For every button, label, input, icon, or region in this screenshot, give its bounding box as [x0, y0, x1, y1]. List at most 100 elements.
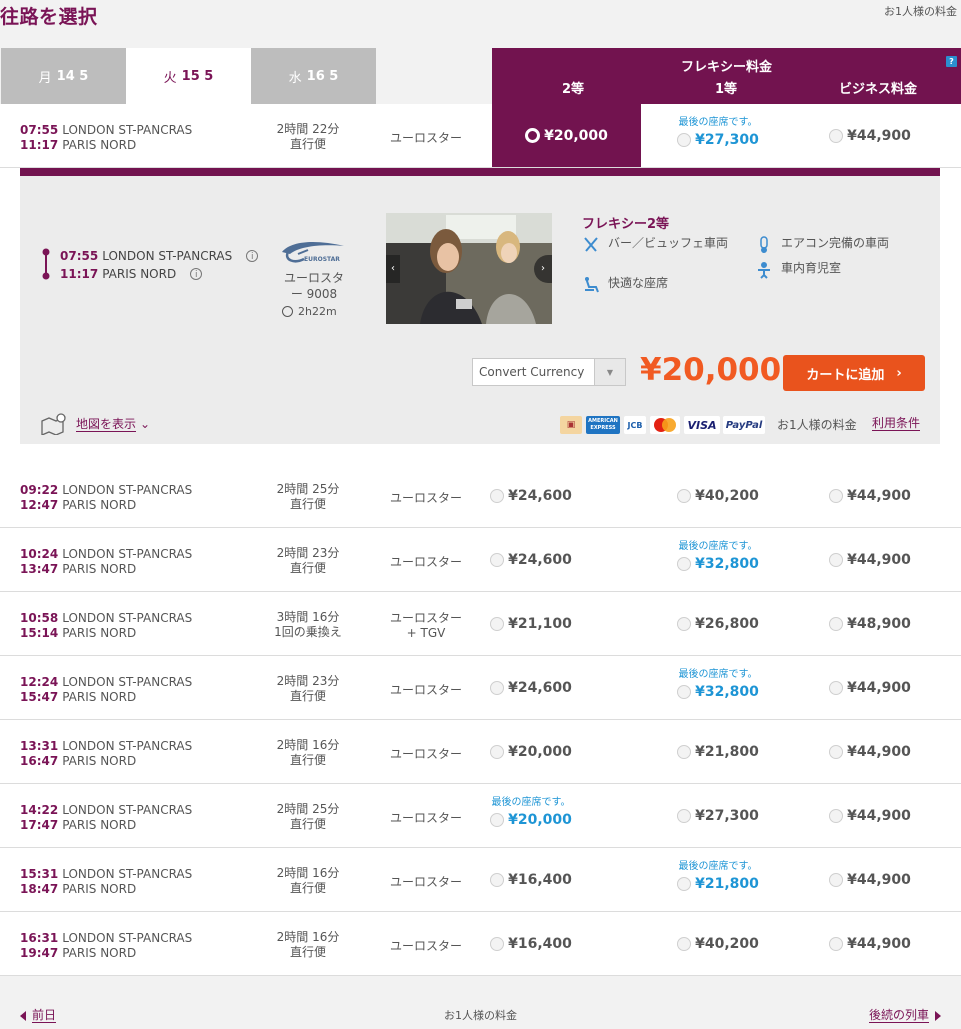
fare-price: ¥21,800 [695, 875, 759, 892]
fare-price: ¥21,800 [695, 743, 759, 760]
train-duration: 3時間 16分 1回の乗換え [262, 610, 354, 640]
radio-icon[interactable] [677, 744, 692, 759]
fare-second[interactable]: ¥20,000 [456, 720, 606, 783]
radio-icon[interactable] [490, 552, 505, 567]
train-times: 09:22 LONDON ST-PANCRAS 12:47 PARIS NORD [20, 483, 192, 513]
fare-business[interactable]: ¥44,900 [795, 784, 945, 847]
fare-second[interactable]: ¥20,000 [492, 104, 641, 167]
dep-line: 16:31 LONDON ST-PANCRAS [20, 931, 192, 946]
train-row[interactable]: 09:22 LONDON ST-PANCRAS 12:47 PARIS NORD 2時間… [0, 464, 961, 528]
radio-icon[interactable] [677, 684, 692, 699]
show-map-link[interactable]: 地図を表示 ⌄ [40, 413, 150, 435]
arr-line: 18:47 PARIS NORD [20, 882, 192, 897]
radio-icon[interactable] [677, 488, 692, 503]
photo-prev-button[interactable]: ‹ [386, 255, 400, 283]
eurostar-logo-icon [282, 242, 344, 263]
fare-price: ¥27,300 [695, 807, 759, 824]
terms-link[interactable]: 利用条件 [872, 416, 921, 431]
info-icon[interactable]: i [190, 268, 203, 280]
train-times: 15:31 LONDON ST-PANCRAS 18:47 PARIS NORD [20, 867, 192, 897]
connection-type: 直行便 [289, 689, 326, 703]
fare-second[interactable]: ¥16,400 [456, 848, 606, 911]
next-trains-link[interactable]: 後続の列車 [868, 1008, 941, 1023]
radio-icon[interactable] [490, 616, 505, 631]
radio-icon[interactable] [677, 808, 692, 823]
radio-icon[interactable] [829, 128, 844, 143]
radio-icon[interactable] [490, 680, 505, 695]
detail-dep-station: LONDON ST-PANCRAS [102, 249, 233, 263]
train-detail: 07:55 LONDON ST-PANCRAS i 11:17 PARIS NORD i… [20, 168, 940, 444]
fare-second[interactable]: ¥24,600 [456, 528, 606, 591]
dep-station: LONDON ST-PANCRAS [62, 739, 193, 753]
fare-business[interactable]: ¥48,900 [795, 592, 945, 655]
fare-business[interactable]: ¥44,900 [795, 656, 945, 719]
radio-icon[interactable] [490, 936, 505, 951]
train-row[interactable]: 15:31 LONDON ST-PANCRAS 18:47 PARIS NORD 2時間… [0, 848, 961, 912]
train-row[interactable]: 16:31 LONDON ST-PANCRAS 19:47 PARIS NORD 2時間… [0, 912, 961, 976]
train-row[interactable]: 07:55 LONDON ST-PANCRAS 11:17 PARIS NORD 2時間… [0, 104, 961, 168]
detail-arr-line: 11:17 PARIS NORD i [60, 265, 258, 283]
fare-first[interactable]: ¥27,300 [643, 784, 793, 847]
info-icon[interactable]: i [246, 250, 259, 262]
radio-icon[interactable] [829, 808, 844, 823]
fare-first[interactable]: ¥40,200 [643, 464, 793, 527]
radio-icon[interactable] [490, 488, 505, 503]
arr-time: 15:14 [20, 626, 59, 640]
train-times: 12:24 LONDON ST-PANCRAS 15:47 PARIS NORD [20, 675, 192, 705]
dep-line: 09:22 LONDON ST-PANCRAS [20, 483, 192, 498]
radio-icon[interactable] [677, 876, 692, 891]
radio-icon[interactable] [677, 556, 692, 571]
add-to-cart-button[interactable]: カートに追加 › [783, 355, 925, 391]
radio-icon[interactable] [490, 744, 505, 759]
fare-first[interactable]: ¥40,200 [643, 912, 793, 975]
radio-icon[interactable] [677, 132, 692, 147]
fare-business[interactable]: ¥44,900 [795, 912, 945, 975]
train-row[interactable]: 13:31 LONDON ST-PANCRAS 16:47 PARIS NORD 2時間… [0, 720, 961, 784]
amenity-bar-text: バー／ビュッフェ車両 [608, 236, 729, 250]
fare-price: ¥20,000 [544, 127, 608, 144]
train-row[interactable]: 10:24 LONDON ST-PANCRAS 13:47 PARIS NORD 2時間… [0, 528, 961, 592]
radio-icon[interactable] [490, 812, 505, 827]
fare-first[interactable]: ¥26,800 [643, 592, 793, 655]
radio-icon[interactable] [525, 128, 541, 143]
fare-business[interactable]: ¥44,900 [795, 464, 945, 527]
date-tab-mon[interactable]: 月 14 5 [1, 48, 126, 104]
date-tab-wed[interactable]: 水 16 5 [251, 48, 376, 104]
fare-business[interactable]: ¥44,900 [795, 720, 945, 783]
arr-time: 11:17 [20, 138, 59, 152]
detail-dep-line: 07:55 LONDON ST-PANCRAS i [60, 247, 259, 265]
baby-icon [755, 261, 775, 283]
arr-station: PARIS NORD [62, 690, 137, 704]
operator-text: ユーロスター [389, 746, 462, 761]
fare-first[interactable]: ¥21,800 [643, 720, 793, 783]
radio-icon[interactable] [829, 872, 844, 887]
radio-icon[interactable] [829, 488, 844, 503]
add-to-cart-label: カートに追加 [806, 367, 885, 383]
mastercard-icon [650, 416, 680, 434]
radio-icon[interactable] [677, 936, 692, 951]
convert-currency-select[interactable]: Convert Currency ▼ [472, 358, 626, 386]
fare-business[interactable]: ¥44,900 [795, 528, 945, 591]
radio-icon[interactable] [490, 872, 505, 887]
radio-icon[interactable] [829, 680, 844, 695]
dep-station: LONDON ST-PANCRAS [62, 675, 193, 689]
radio-icon[interactable] [829, 744, 844, 759]
amenity-bar: バー／ビュッフェ車両 [582, 236, 732, 258]
train-row[interactable]: 10:58 LONDON ST-PANCRAS 15:14 PARIS NORD 3時間… [0, 592, 961, 656]
radio-icon[interactable] [829, 936, 844, 951]
fare-second[interactable]: ¥24,600 [456, 656, 606, 719]
date-tab-tue[interactable]: 火 15 5 [126, 48, 251, 104]
train-row[interactable]: 14:22 LONDON ST-PANCRAS 17:47 PARIS NORD 2時間… [0, 784, 961, 848]
fare-business[interactable]: ¥44,900 [795, 848, 945, 911]
fare-business[interactable]: ¥44,900 [795, 104, 945, 167]
fare-second[interactable]: ¥21,100 [456, 592, 606, 655]
radio-icon[interactable] [829, 552, 844, 567]
radio-icon[interactable] [677, 616, 692, 631]
fare-second[interactable]: ¥16,400 [456, 912, 606, 975]
detail-operator-line1: ユーロスタ [283, 271, 344, 285]
radio-icon[interactable] [829, 616, 844, 631]
fare-second[interactable]: ¥24,600 [456, 464, 606, 527]
help-icon[interactable]: ? [946, 56, 957, 67]
train-row[interactable]: 12:24 LONDON ST-PANCRAS 15:47 PARIS NORD 2時間… [0, 656, 961, 720]
arr-line: 11:17 PARIS NORD [20, 138, 192, 153]
